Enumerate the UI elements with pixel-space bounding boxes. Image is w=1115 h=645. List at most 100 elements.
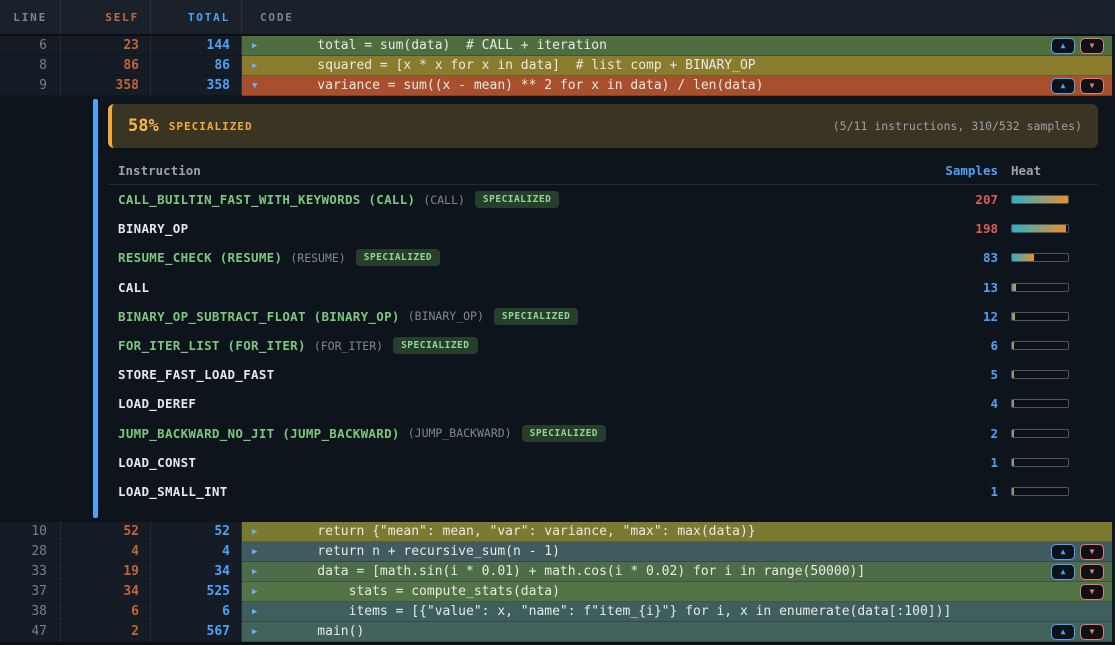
source-code: return {"mean": mean, "var": variance, "… [286, 522, 756, 541]
instruction-samples: 198 [928, 221, 998, 236]
expand-arrow-icon[interactable]: ▶ [252, 41, 266, 51]
instruction-samples: 207 [928, 192, 998, 207]
instruction-column-header: Instruction [118, 163, 928, 178]
specialized-badge: SPECIALIZED [356, 249, 440, 266]
specialized-badge: SPECIALIZED [494, 308, 578, 325]
source-code: stats = compute_stats(data) [286, 582, 560, 601]
jump-up-button[interactable]: ▲ [1051, 38, 1075, 54]
specialized-detail: (5/11 instructions, 310/532 samples) [833, 119, 1082, 133]
jump-up-button[interactable]: ▲ [1051, 78, 1075, 94]
instruction-row: BINARY_OP_SUBTRACT_FLOAT (BINARY_OP) (BI… [108, 302, 1098, 331]
heat-bar-fill [1012, 196, 1068, 203]
expand-arrow-icon[interactable]: ▶ [252, 567, 266, 577]
code-cell[interactable]: ▶ total = sum(data) # CALL + iteration ▲… [242, 36, 1112, 56]
heat-bar-fill [1012, 225, 1066, 232]
instruction-name: CALL_BUILTIN_FAST_WITH_KEYWORDS (CALL) [118, 192, 415, 207]
heat-bar-fill [1012, 430, 1014, 437]
code-cell[interactable]: ▶ stats = compute_stats(data) ▼ [242, 582, 1112, 602]
specialized-label: SPECIALIZED [169, 120, 253, 133]
column-header-line: LINE [0, 0, 61, 34]
source-code: variance = sum((x - mean) ** 2 for x in … [286, 76, 763, 95]
expand-arrow-icon[interactable]: ▶ [252, 607, 266, 617]
expand-arrow-icon[interactable]: ▶ [252, 527, 266, 537]
specialized-badge: SPECIALIZED [393, 337, 477, 354]
base-instruction: (RESUME) [290, 251, 345, 265]
code-cell[interactable]: ▶ main() ▲ ▼ [242, 622, 1112, 642]
instruction-table-header: Instruction Samples Heat [108, 156, 1098, 185]
total-samples: 4 [151, 542, 242, 562]
instruction-list: CALL_BUILTIN_FAST_WITH_KEYWORDS (CALL) (… [108, 185, 1098, 506]
line-number: 47 [0, 622, 61, 642]
instruction-samples: 6 [928, 338, 998, 353]
instruction-samples: 1 [928, 455, 998, 470]
heat-bar-fill [1012, 459, 1014, 466]
instruction-name: STORE_FAST_LOAD_FAST [118, 367, 275, 382]
heat-bar [1011, 312, 1069, 321]
instruction-row: LOAD_DEREF 4 [108, 389, 1098, 418]
instruction-row: JUMP_BACKWARD_NO_JIT (JUMP_BACKWARD) (JU… [108, 419, 1098, 448]
code-row-line-28: 28 4 4 ▶ return n + recursive_sum(n - 1)… [0, 542, 1115, 562]
panel-accent-bar [93, 99, 98, 518]
heat-bar [1011, 224, 1069, 233]
jump-up-button[interactable]: ▲ [1051, 564, 1075, 580]
self-samples: 34 [61, 582, 151, 602]
jump-down-button[interactable]: ▼ [1080, 38, 1104, 54]
source-code: main() [286, 622, 364, 641]
instruction-name: LOAD_CONST [118, 455, 196, 470]
heat-bar [1011, 399, 1069, 408]
jump-up-button[interactable]: ▲ [1051, 624, 1075, 640]
specialized-percent: 58% [128, 116, 159, 136]
total-samples: 144 [151, 36, 242, 56]
code-cell[interactable]: ▶ return n + recursive_sum(n - 1) ▲ ▼ [242, 542, 1112, 562]
code-cell[interactable]: ▶ items = [{"value": x, "name": f"item_{… [242, 602, 1112, 622]
instruction-samples: 2 [928, 426, 998, 441]
line-number: 33 [0, 562, 61, 582]
self-samples: 86 [61, 56, 151, 76]
instruction-name: CALL [118, 280, 149, 295]
instruction-name: JUMP_BACKWARD_NO_JIT (JUMP_BACKWARD) [118, 426, 400, 441]
base-instruction: (CALL) [423, 193, 465, 207]
code-cell[interactable]: ▶ squared = [x * x for x in data] # list… [242, 56, 1112, 76]
self-samples: 6 [61, 602, 151, 622]
total-samples: 86 [151, 56, 242, 76]
base-instruction: (BINARY_OP) [408, 309, 484, 323]
jump-down-button[interactable]: ▼ [1080, 624, 1104, 640]
heat-bar [1011, 341, 1069, 350]
instruction-row: LOAD_SMALL_INT 1 [108, 477, 1098, 506]
heat-bar [1011, 283, 1069, 292]
heat-bar-fill [1012, 371, 1014, 378]
samples-column-header[interactable]: Samples [928, 163, 998, 178]
expand-arrow-icon[interactable]: ▶ [252, 627, 266, 637]
code-row-line-8: 8 86 86 ▶ squared = [x * x for x in data… [0, 56, 1115, 76]
expand-arrow-icon[interactable]: ▶ [252, 587, 266, 597]
self-samples: 4 [61, 542, 151, 562]
code-row-line-33: 33 19 34 ▶ data = [math.sin(i * 0.01) + … [0, 562, 1115, 582]
heat-bar [1011, 195, 1069, 204]
source-code: data = [math.sin(i * 0.01) + math.cos(i … [286, 562, 865, 581]
instruction-name: FOR_ITER_LIST (FOR_ITER) [118, 338, 306, 353]
instruction-samples: 12 [928, 309, 998, 324]
instruction-row: CALL_BUILTIN_FAST_WITH_KEYWORDS (CALL) (… [108, 185, 1098, 214]
source-code: items = [{"value": x, "name": f"item_{i}… [286, 602, 951, 621]
instruction-samples: 83 [928, 250, 998, 265]
jump-down-button[interactable]: ▼ [1080, 584, 1104, 600]
column-header-total[interactable]: TOTAL [151, 0, 242, 34]
heat-bar [1011, 370, 1069, 379]
expand-arrow-icon[interactable]: ▶ [252, 547, 266, 557]
jump-down-button[interactable]: ▼ [1080, 544, 1104, 560]
total-samples: 52 [151, 522, 242, 542]
jump-down-button[interactable]: ▼ [1080, 564, 1104, 580]
code-row-line-9: 9 358 358 ▼ variance = sum((x - mean) **… [0, 76, 1115, 96]
code-cell[interactable]: ▶ data = [math.sin(i * 0.01) + math.cos(… [242, 562, 1112, 582]
code-cell[interactable]: ▶ return {"mean": mean, "var": variance,… [242, 522, 1112, 542]
jump-up-button[interactable]: ▲ [1051, 544, 1075, 560]
column-header-self[interactable]: SELF [61, 0, 151, 34]
heat-bar [1011, 253, 1069, 262]
collapse-arrow-icon[interactable]: ▼ [252, 81, 266, 91]
expand-arrow-icon[interactable]: ▶ [252, 61, 266, 71]
heat-bar [1011, 458, 1069, 467]
column-header-code: CODE [242, 0, 1115, 34]
heat-bar-fill [1012, 313, 1015, 320]
jump-down-button[interactable]: ▼ [1080, 78, 1104, 94]
code-cell[interactable]: ▼ variance = sum((x - mean) ** 2 for x i… [242, 76, 1112, 96]
